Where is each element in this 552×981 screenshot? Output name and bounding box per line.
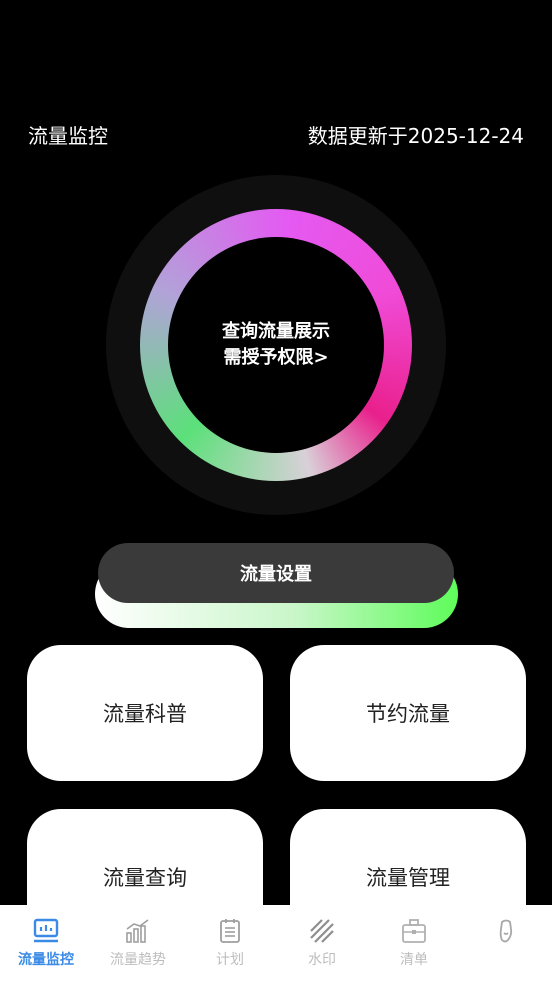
briefcase-icon xyxy=(402,919,426,943)
clipboard-icon xyxy=(220,919,240,943)
update-date: 数据更新于2025-12-24 xyxy=(307,124,524,148)
header-title: 流量监控 xyxy=(28,124,108,148)
ring-line-2: 需授予权限> xyxy=(223,347,329,368)
tab-label: 计划 xyxy=(216,952,244,968)
tab-label: 水印 xyxy=(308,952,336,968)
chart-icon xyxy=(126,919,149,943)
tab-traffic-trend[interactable]: 流量趋势 xyxy=(92,905,184,981)
watermark-icon xyxy=(310,919,334,943)
tab-label: 清单 xyxy=(400,952,428,968)
tab-watermark[interactable]: 水印 xyxy=(276,905,368,981)
tab-list[interactable]: 清单 xyxy=(368,905,460,981)
permission-prompt[interactable]: 查询流量展示 需授予权限> xyxy=(168,237,384,453)
card-save-traffic[interactable]: 节约流量 xyxy=(290,645,526,781)
ring-line-1: 查询流量展示 xyxy=(222,321,330,342)
tab-profile[interactable] xyxy=(460,905,552,981)
monitor-icon xyxy=(33,918,59,943)
profile-icon xyxy=(499,919,513,943)
tab-plan[interactable]: 计划 xyxy=(184,905,276,981)
bottom-tabbar: 流量监控 流量趋势 计划 水印 清单 xyxy=(0,905,552,981)
tab-traffic-monitor[interactable]: 流量监控 xyxy=(0,905,92,981)
tab-label: 流量趋势 xyxy=(110,952,166,968)
traffic-settings-button[interactable]: 流量设置 xyxy=(98,543,454,603)
tab-label: 流量监控 xyxy=(18,952,74,968)
card-traffic-science[interactable]: 流量科普 xyxy=(27,645,263,781)
